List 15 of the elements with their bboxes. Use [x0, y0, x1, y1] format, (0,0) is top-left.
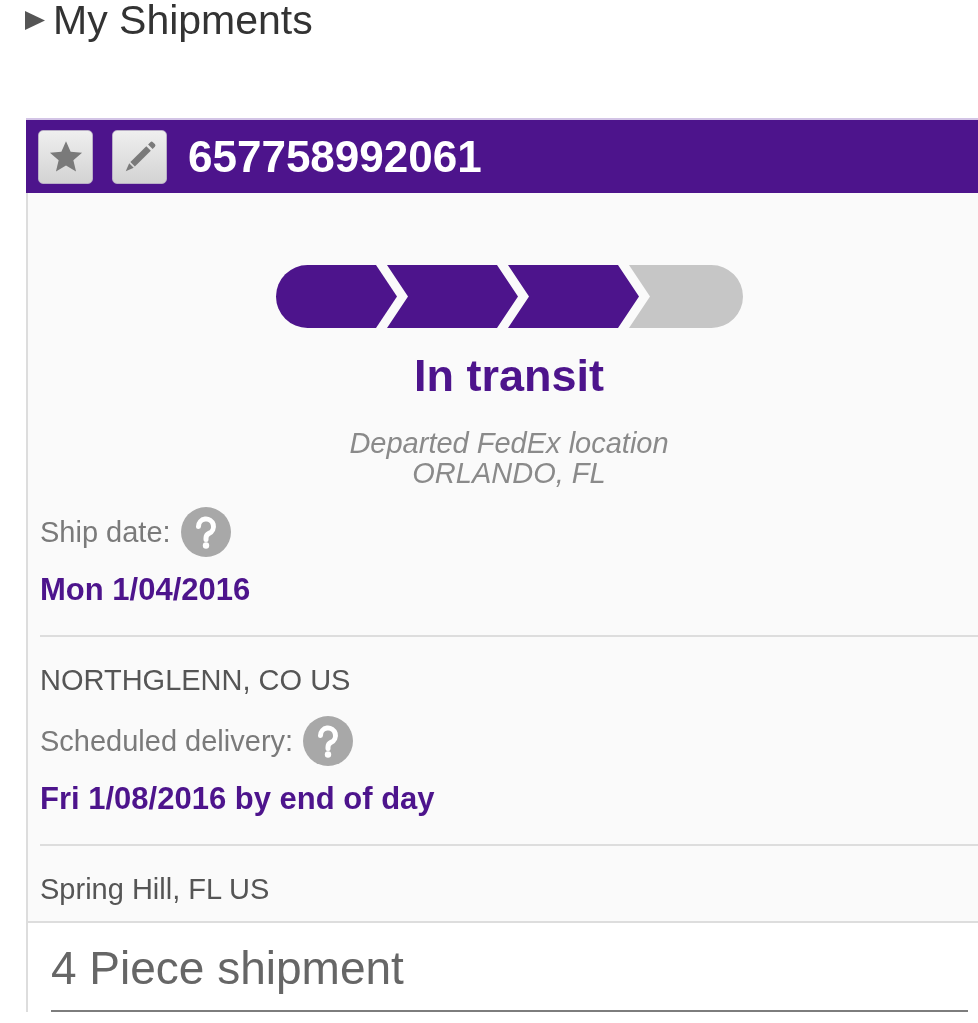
status-title: In transit: [413, 350, 605, 402]
status-detail: Departed FedEx location: [348, 428, 670, 458]
detail-label: Scheduled delivery:: [40, 724, 294, 758]
edit-button[interactable]: [112, 129, 167, 184]
detail-label: Ship date:: [40, 515, 171, 549]
section-title: My Shipments: [53, 0, 313, 40]
status-location: ORLANDO, FL: [412, 458, 607, 488]
star-button[interactable]: [38, 129, 93, 184]
detail-location: NORTHGLENN, CO US: [40, 663, 352, 697]
tracking-number: 657758992061: [188, 131, 482, 182]
detail-date: Mon 1/04/2016: [40, 572, 252, 608]
detail-date: Fri 1/08/2016 by end of day: [40, 781, 436, 817]
caret-icon[interactable]: [25, 10, 45, 30]
detail-location: Spring Hill, FL US: [40, 872, 271, 906]
pieces-title: 4 Piece shipment: [51, 942, 404, 994]
